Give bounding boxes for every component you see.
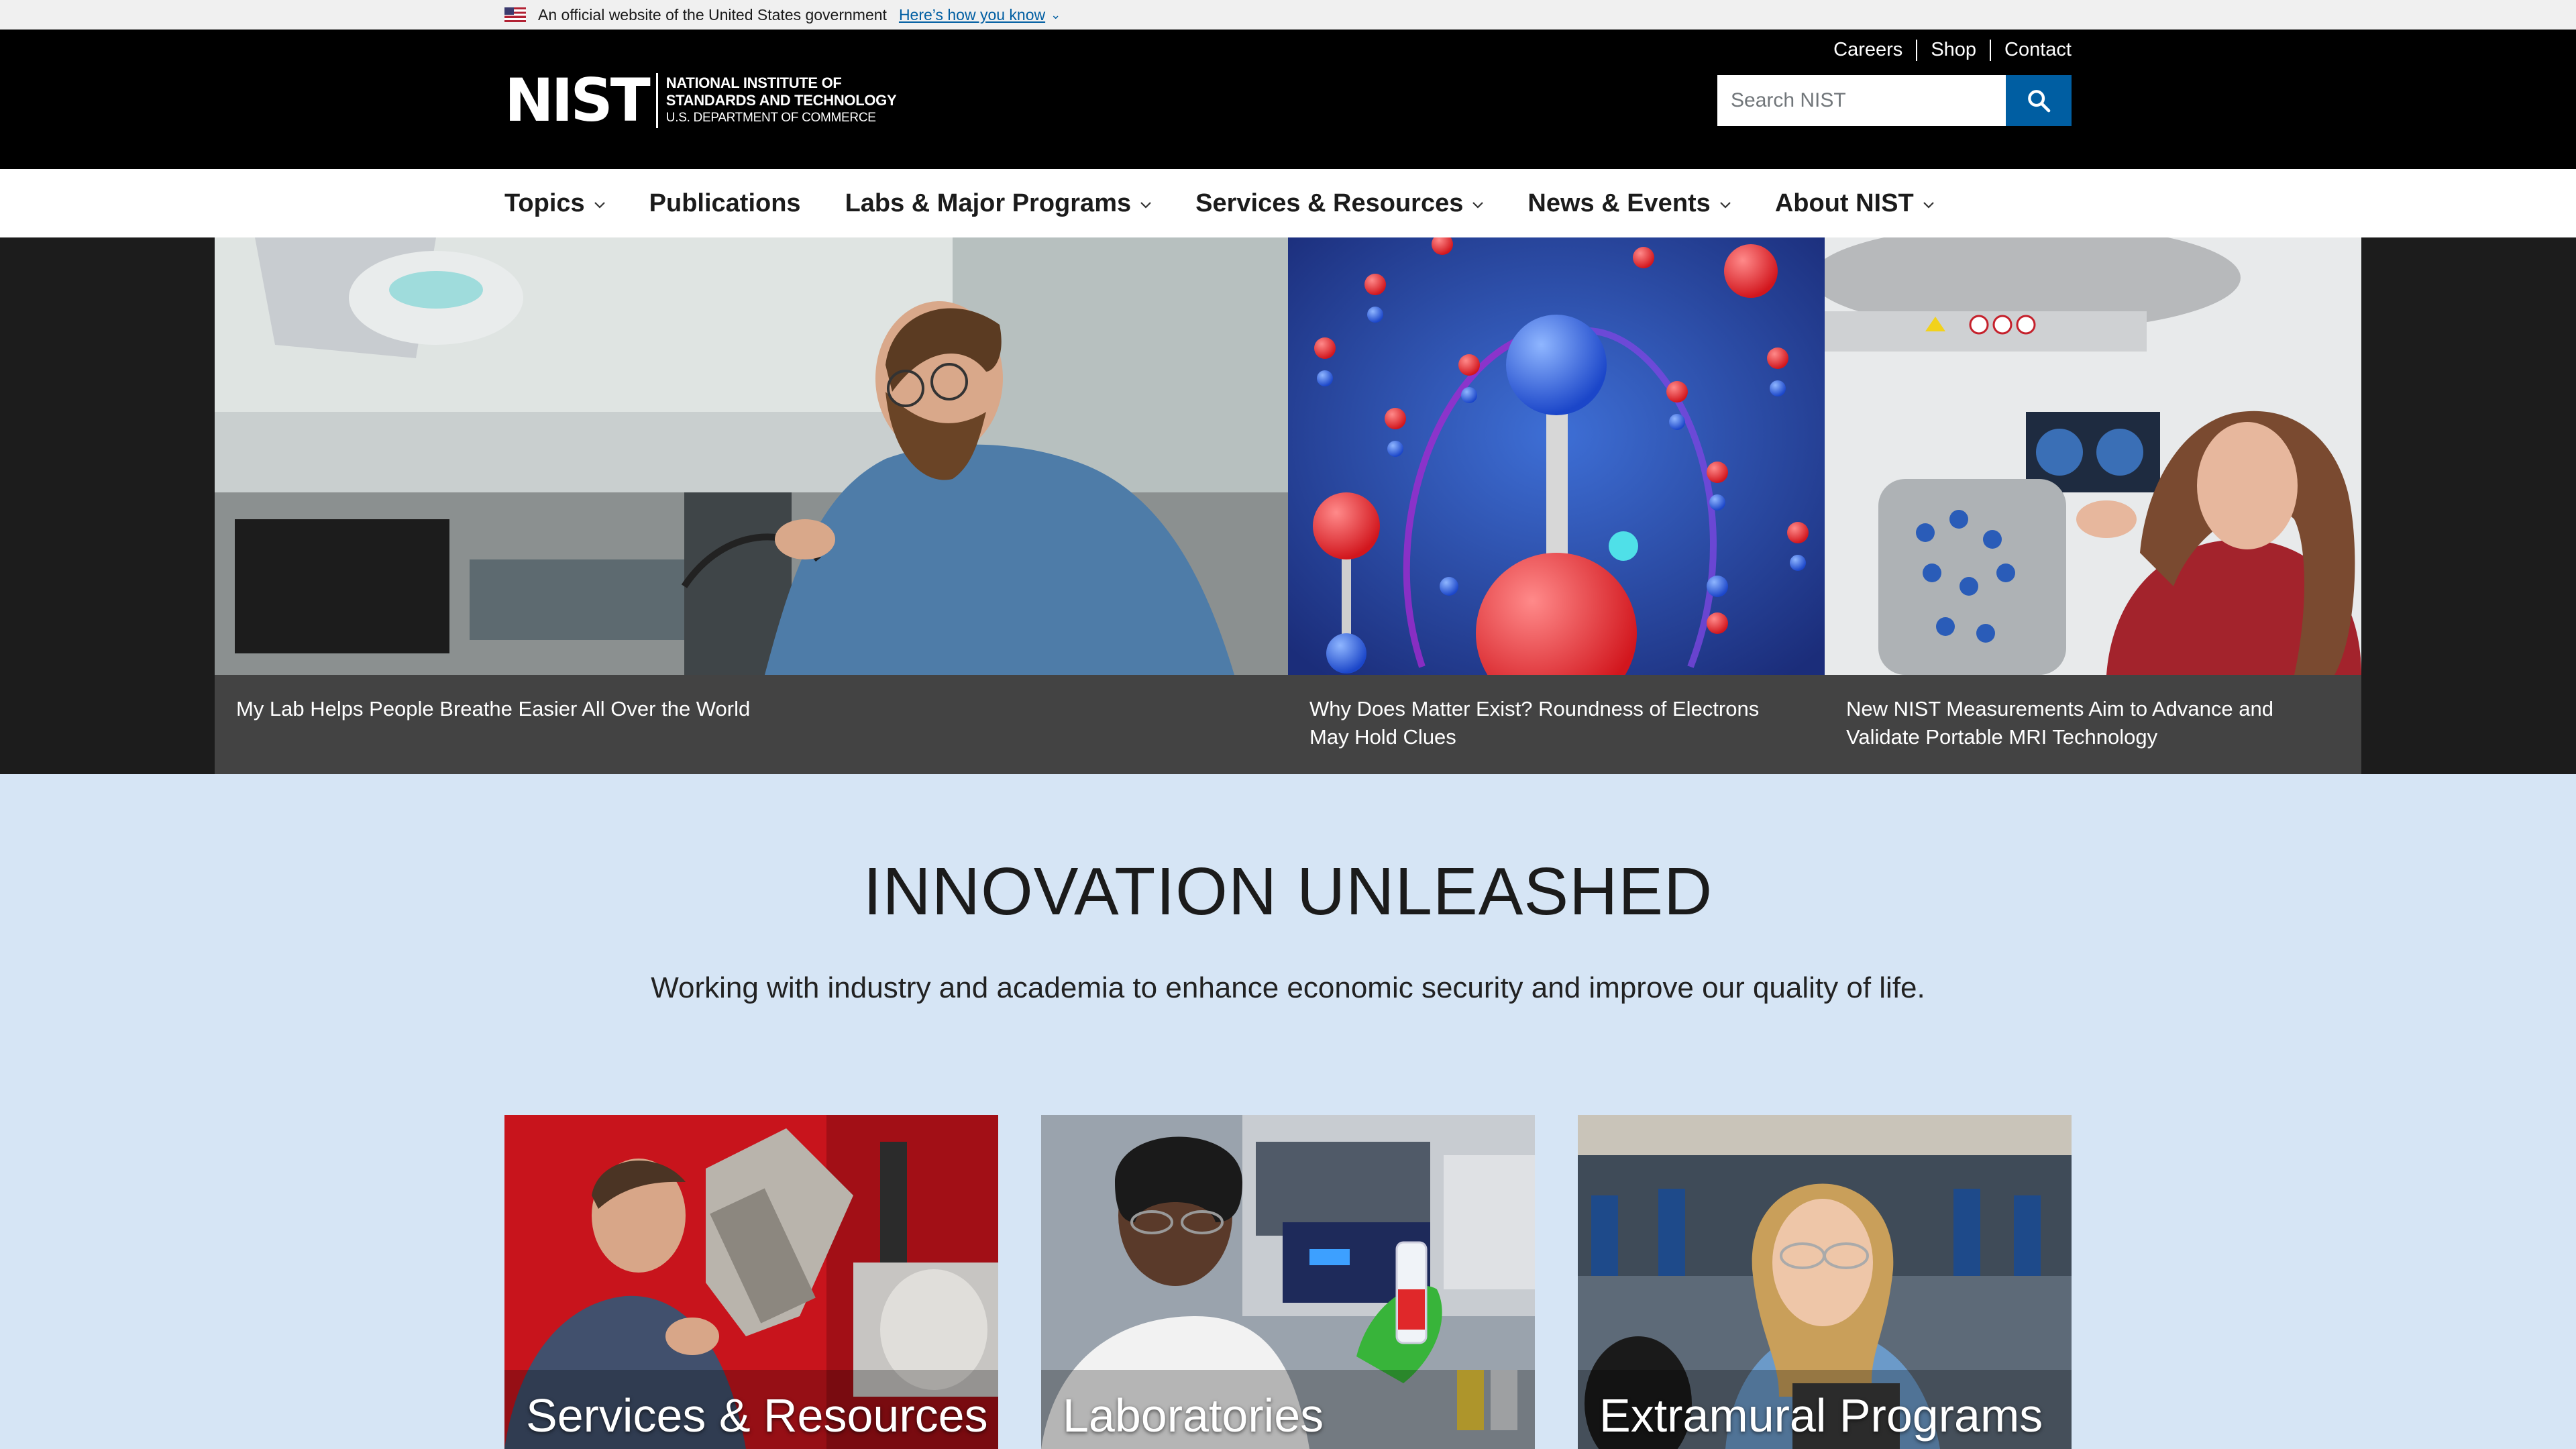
nav-item-label: Publications	[649, 189, 801, 217]
hero-tile-lab[interactable]: My Lab Helps People Breathe Easier All O…	[215, 237, 1288, 774]
card-extramural-programs[interactable]: Extramural Programs	[1578, 1115, 2072, 1449]
card-services-resources[interactable]: Services & Resources	[504, 1115, 998, 1449]
nav-item-label: Topics	[504, 189, 585, 217]
nav-item-publications[interactable]: Publications	[649, 189, 801, 218]
card-label[interactable]: Laboratories	[1063, 1389, 1324, 1442]
careers-link[interactable]: Careers	[1820, 39, 1916, 61]
hero-carousel: My Lab Helps People Breathe Easier All O…	[0, 237, 2576, 774]
chevron-down-icon	[594, 202, 605, 209]
nist-logo[interactable]: NIST NATIONAL INSTITUTE OF STANDARDS AND…	[504, 66, 897, 135]
logo-divider	[655, 73, 658, 128]
logo-line: STANDARDS AND TECHNOLOGY	[665, 92, 897, 109]
chevron-down-icon	[1720, 202, 1731, 209]
main-nav: Topics Publications Labs & Major Programs S…	[0, 169, 2576, 237]
nav-item-labs-major-programs[interactable]: Labs & Major Programs	[845, 189, 1152, 218]
nav-item-topics[interactable]: Topics	[504, 189, 605, 218]
innovation-subtitle: Working with industry and academia to en…	[651, 971, 1925, 1004]
hero-image-mri	[1825, 237, 2361, 675]
card-label[interactable]: Extramural Programs	[1599, 1389, 2043, 1442]
card-laboratories[interactable]: Laboratories	[1041, 1115, 1535, 1449]
logo-line: NATIONAL INSTITUTE OF	[665, 74, 842, 91]
hero-caption-text[interactable]: My Lab Helps People Breathe Easier All O…	[236, 697, 750, 720]
us-flag-icon	[504, 7, 526, 22]
nav-item-about-nist[interactable]: About NIST	[1775, 189, 1934, 218]
hero-image-electrons	[1288, 237, 1825, 675]
search-form	[1717, 75, 2072, 126]
hero-caption: My Lab Helps People Breathe Easier All O…	[215, 675, 1288, 774]
search-button[interactable]	[2006, 75, 2072, 126]
hero-tile-mri[interactable]: New NIST Measurements Aim to Advance and…	[1825, 237, 2361, 774]
logo-wordmark: NATIONAL INSTITUTE OF STANDARDS AND TECH…	[666, 74, 897, 127]
shop-link[interactable]: Shop	[1917, 39, 1990, 61]
gov-banner: An official website of the United States…	[0, 0, 2576, 30]
nav-item-label: Services & Resources	[1195, 189, 1464, 217]
hero-caption-text[interactable]: New NIST Measurements Aim to Advance and…	[1846, 697, 2273, 749]
site-header: Careers Shop Contact NIST NATIONAL INSTI…	[0, 30, 2576, 169]
hero-caption: New NIST Measurements Aim to Advance and…	[1825, 675, 2361, 774]
nav-item-services-resources[interactable]: Services & Resources	[1195, 189, 1484, 218]
chevron-down-icon	[1140, 202, 1151, 209]
heres-how-you-know-link[interactable]: Here’s how you know	[899, 6, 1045, 24]
hero-image-lab	[215, 237, 1288, 675]
nav-item-label: About NIST	[1774, 189, 1914, 217]
search-icon	[2028, 90, 2051, 113]
gov-banner-text: An official website of the United States…	[538, 5, 887, 23]
chevron-down-icon[interactable]: ⌄	[1051, 8, 1061, 22]
search-input[interactable]	[1717, 75, 2006, 126]
nav-item-label: Labs & Major Programs	[845, 189, 1132, 217]
nav-item-label: News & Events	[1527, 189, 1711, 217]
utility-nav: Careers Shop Contact	[1820, 39, 2072, 61]
chevron-down-icon	[1472, 202, 1484, 209]
hero-caption-text[interactable]: Why Does Matter Exist? Roundness of Elec…	[1309, 697, 1759, 749]
hero-tile-electrons[interactable]: Why Does Matter Exist? Roundness of Elec…	[1288, 237, 1825, 774]
contact-link[interactable]: Contact	[1991, 39, 2072, 61]
logo-mark: NIST	[504, 66, 651, 135]
card-label[interactable]: Services & Resources	[526, 1389, 988, 1442]
innovation-title: INNOVATION UNLEASHED	[863, 854, 1713, 929]
hero-caption: Why Does Matter Exist? Roundness of Elec…	[1288, 675, 1825, 774]
logo-line: U.S. DEPARTMENT OF COMMERCE	[665, 111, 876, 125]
nav-item-news-events[interactable]: News & Events	[1527, 189, 1731, 218]
chevron-down-icon	[1923, 202, 1934, 209]
